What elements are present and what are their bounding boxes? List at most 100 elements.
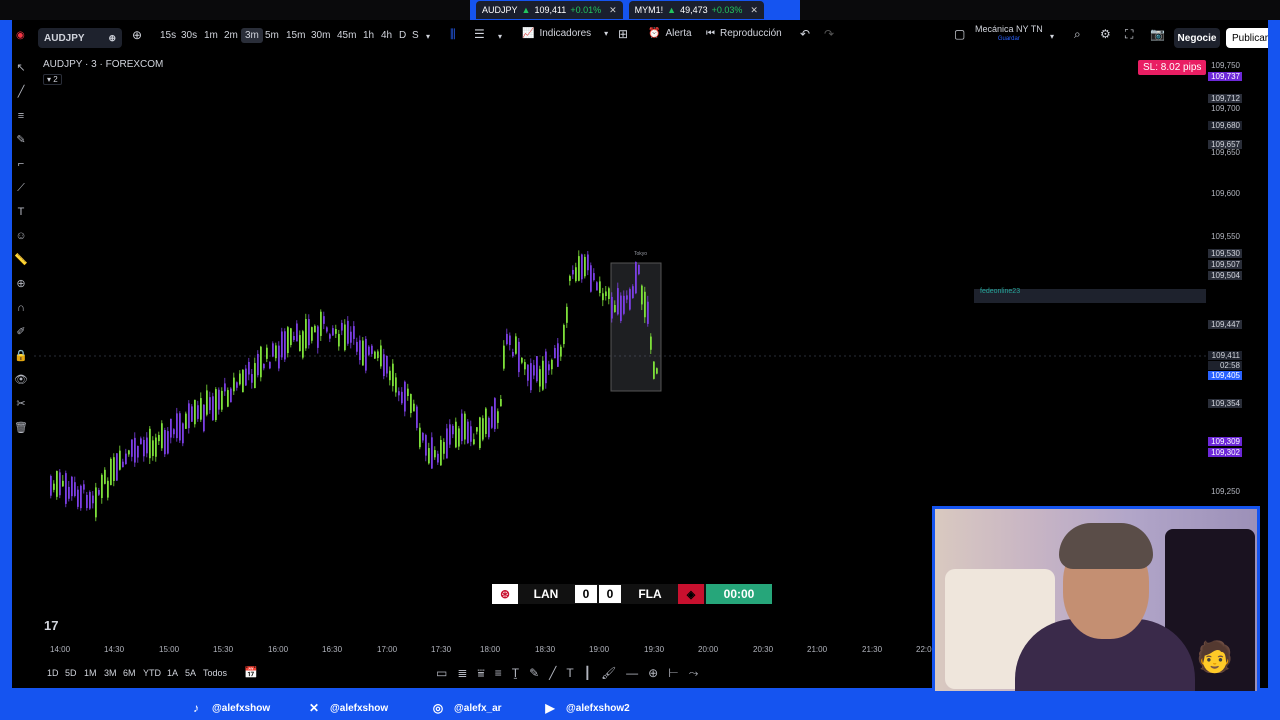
interval-30m[interactable]: 30m [311, 30, 330, 41]
cursor-icon[interactable]: ↖ [16, 60, 25, 76]
zoom-icon[interactable]: ⊕ [16, 276, 25, 292]
range-5d[interactable]: 5D [65, 668, 77, 678]
candle-body [434, 450, 436, 458]
fib-icon[interactable]: ≡ [18, 108, 24, 124]
alert-button[interactable]: ⏰ Alerta [648, 28, 692, 39]
social-instagram[interactable]: ◎ @alefx_ar [430, 701, 502, 715]
range-5a[interactable]: 5A [185, 668, 196, 678]
range-all[interactable]: Todos [203, 668, 227, 678]
layout-icon[interactable]: ▢ [954, 27, 965, 41]
path-icon[interactable]: ⤳ [689, 666, 699, 681]
chevron-down-icon[interactable]: ▾ [426, 32, 430, 41]
lock-icon[interactable]: 🔒 [14, 348, 28, 364]
pen-icon[interactable]: ✎ [529, 666, 539, 681]
vertical-line-icon[interactable]: ┃ [584, 666, 591, 681]
candle-body [398, 391, 400, 396]
range-1m[interactable]: 1M [84, 668, 97, 678]
profile-icon[interactable]: ◉ [16, 30, 25, 41]
settings-icon[interactable]: ⚙ [1100, 27, 1111, 41]
browser-tab-audjpy[interactable]: AUDJPY ▲ 109,411 +0.01% ✕ [476, 1, 623, 19]
range-1a[interactable]: 1A [167, 668, 178, 678]
brush-icon[interactable]: 🖌 [601, 666, 616, 681]
candle-body [641, 285, 643, 305]
candle-body [335, 329, 337, 334]
candles-icon[interactable]: ⫼ [450, 27, 456, 42]
chevron-down-icon[interactable]: ▾ [498, 32, 502, 41]
publish-button[interactable]: Publicar [1226, 28, 1268, 48]
candle-body [488, 417, 490, 438]
interval-5m[interactable]: 5m [265, 30, 279, 41]
text-icon[interactable]: T [18, 204, 25, 220]
trend-line-icon[interactable]: ╱ [549, 666, 556, 681]
price-label: 109,302 [1208, 448, 1242, 457]
layout-grid-icon[interactable]: ⊞ [618, 27, 628, 41]
interval-15s[interactable]: 15s [160, 30, 176, 41]
compare-icon[interactable]: ⊕ [108, 33, 116, 44]
chevron-down-icon[interactable]: ▾ [1050, 32, 1054, 41]
range-3m[interactable]: 3M [104, 668, 117, 678]
tradingview-logo[interactable]: 17 [44, 618, 58, 633]
ruler-icon[interactable]: 📏 [14, 252, 28, 268]
eye-icon[interactable]: 👁 [14, 372, 28, 388]
hide-drawings-icon[interactable]: ✂ [16, 396, 25, 412]
fullscreen-icon[interactable]: ⛶ [1125, 27, 1133, 42]
candle-body [230, 388, 232, 403]
interval-30s[interactable]: 30s [181, 30, 197, 41]
interval-15m[interactable]: 15m [286, 30, 305, 41]
close-icon[interactable]: ✕ [750, 5, 758, 16]
undo-icon[interactable]: ↶ [800, 27, 810, 41]
search-icon[interactable]: ⌕ [1074, 27, 1081, 42]
social-x[interactable]: ✕ @alefxshow [306, 701, 388, 715]
draw-mode-icon[interactable]: ✐ [16, 324, 25, 340]
calendar-icon[interactable]: 📅 [244, 666, 258, 679]
rectangle-icon[interactable]: ▭ [436, 666, 447, 681]
bar-style-icon[interactable]: ☰ [474, 27, 485, 41]
trend-line-icon[interactable]: ╱ [18, 84, 25, 100]
interval-s[interactable]: S [412, 30, 419, 41]
brush-icon[interactable]: ✎ [16, 132, 25, 148]
indicators-button[interactable]: 📈 Indicadores ▾ [522, 28, 608, 39]
replay-button[interactable]: ⏮ Reproducción [706, 28, 782, 39]
social-youtube[interactable]: ▶ @alefxshow2 [542, 701, 629, 715]
time-label: 14:00 [50, 645, 71, 654]
candle-body [590, 265, 592, 292]
interval-4h[interactable]: 4h [381, 30, 392, 41]
candle-body [119, 450, 121, 470]
interval-1h[interactable]: 1h [363, 30, 374, 41]
price-label: 109,680 [1208, 121, 1242, 130]
projection-icon[interactable]: ⟋ [17, 180, 25, 196]
redo-icon[interactable]: ↷ [824, 27, 834, 41]
pattern-icon[interactable]: ⌐ [18, 156, 24, 172]
range-1d[interactable]: 1D [47, 668, 59, 678]
symbol-search[interactable]: AUDJPY ⊕ [38, 28, 122, 48]
candle-body [359, 340, 361, 361]
interval-d[interactable]: D [399, 30, 406, 41]
interval-3m[interactable]: 3m [241, 28, 263, 43]
trade-button[interactable]: Negocie [1174, 28, 1220, 48]
interval-2m[interactable]: 2m [224, 30, 238, 41]
social-tiktok[interactable]: ♪ @alefxshow [188, 701, 270, 715]
horizontal-line-icon[interactable]: — [626, 666, 638, 681]
crosshair-icon[interactable]: ⊕ [648, 666, 658, 681]
fib-retracement-icon[interactable]: ≣ [457, 666, 467, 681]
interval-45m[interactable]: 45m [337, 30, 356, 41]
emoji-icon[interactable]: ☺ [15, 228, 26, 244]
measure-icon[interactable]: ⊢ [668, 666, 678, 681]
browser-tab-mym1[interactable]: MYM1! ▲ 49,473 +0.03% ✕ [628, 1, 764, 19]
parallel-channel-icon[interactable]: ⩸ [477, 666, 484, 681]
pitchfork-icon[interactable]: ≡ [495, 666, 502, 681]
camera-icon[interactable]: 📷 [1150, 27, 1165, 41]
magnet-icon[interactable]: ∩ [17, 300, 25, 316]
text-tool-icon[interactable]: Ṯ [512, 666, 519, 681]
text-icon[interactable]: T [566, 666, 573, 681]
range-ytd[interactable]: YTD [143, 668, 161, 678]
range-6m[interactable]: 6M [123, 668, 136, 678]
close-icon[interactable]: ✕ [609, 5, 617, 16]
trash-icon[interactable]: 🗑 [14, 420, 28, 436]
layout-name[interactable]: Mecánica NY TN Guardar [975, 24, 1043, 44]
add-symbol-icon[interactable]: ⊕ [132, 28, 142, 42]
candle-body [464, 413, 466, 440]
candle-body [401, 391, 403, 404]
candle-body [440, 439, 442, 466]
interval-1m[interactable]: 1m [204, 30, 218, 41]
